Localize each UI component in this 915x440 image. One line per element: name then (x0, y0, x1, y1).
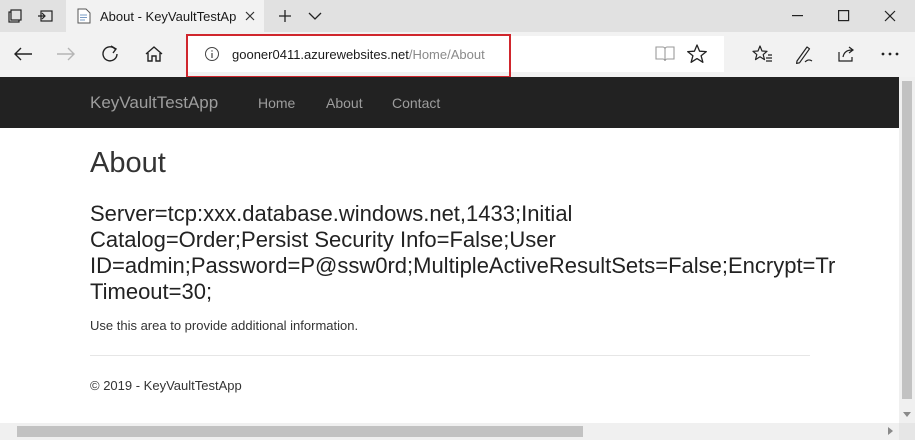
vertical-scroll-thumb[interactable] (902, 81, 912, 399)
vertical-scrollbar[interactable] (899, 77, 915, 423)
pen-notes-icon[interactable] (784, 38, 824, 70)
page-viewport: KeyVaultTestApp Home About Contact About… (0, 77, 899, 423)
forward-icon[interactable] (46, 38, 86, 70)
home-icon[interactable] (134, 38, 174, 70)
share-icon[interactable] (826, 38, 866, 70)
connection-string: Server=tcp:xxx.database.windows.net,1433… (90, 201, 899, 305)
connection-line: ID=admin;Password=P@ssw0rd;MultipleActiv… (90, 253, 836, 278)
close-window-icon[interactable] (867, 0, 913, 32)
tab-title: About - KeyVaultTestAp (100, 8, 237, 24)
refresh-icon[interactable] (90, 38, 130, 70)
connection-line: Catalog=Order;Persist Security Info=Fals… (90, 227, 556, 252)
info-icon[interactable] (204, 46, 220, 62)
site-brand-link[interactable]: KeyVaultTestApp (90, 93, 218, 113)
nav-link-home[interactable]: Home (258, 95, 295, 111)
browser-window: About - KeyVaultTestAp gooner0411.azurew… (0, 0, 915, 440)
horizontal-scrollbar[interactable] (0, 423, 899, 440)
set-aside-tabs-icon[interactable] (30, 0, 60, 32)
tab-preview-chevron-icon[interactable] (300, 0, 330, 32)
connection-line: Timeout=30; (90, 279, 213, 304)
favorites-hub-icon[interactable] (742, 38, 782, 70)
favorite-star-icon[interactable] (686, 44, 708, 64)
minimize-icon[interactable] (775, 0, 821, 32)
connection-line: Server=tcp:xxx.database.windows.net,1433… (90, 201, 573, 226)
close-tab-icon[interactable] (242, 8, 258, 24)
browser-toolbar: gooner0411.azurewebsites.net/Home/About (0, 32, 915, 77)
site-navbar: KeyVaultTestApp Home About Contact (0, 77, 899, 128)
page-title: About (90, 147, 166, 179)
nav-link-about[interactable]: About (326, 95, 363, 111)
url-path: /Home/About (408, 47, 485, 62)
active-tab[interactable]: About - KeyVaultTestAp (66, 0, 264, 32)
scrollbar-corner (899, 423, 915, 440)
back-icon[interactable] (3, 38, 43, 70)
reading-view-icon[interactable] (655, 45, 675, 63)
tab-manager-icon[interactable] (0, 0, 30, 32)
maximize-icon[interactable] (821, 0, 867, 32)
url-host: gooner0411.azurewebsites.net (232, 47, 409, 62)
footer-divider (90, 355, 810, 356)
horizontal-scroll-thumb[interactable] (17, 426, 583, 437)
footer-copyright: © 2019 - KeyVaultTestApp (90, 378, 242, 393)
scroll-down-arrow-icon[interactable] (903, 412, 911, 417)
info-paragraph: Use this area to provide additional info… (90, 318, 359, 333)
address-bar[interactable]: gooner0411.azurewebsites.net/Home/About (186, 36, 724, 72)
new-tab-icon[interactable] (270, 0, 300, 32)
scroll-right-arrow-icon[interactable] (888, 427, 893, 435)
url-text[interactable]: gooner0411.azurewebsites.net/Home/About (232, 47, 485, 62)
tab-strip: About - KeyVaultTestAp (0, 0, 915, 32)
nav-link-contact[interactable]: Contact (392, 95, 440, 111)
more-icon[interactable] (870, 38, 910, 70)
page-favicon-icon (76, 8, 92, 24)
